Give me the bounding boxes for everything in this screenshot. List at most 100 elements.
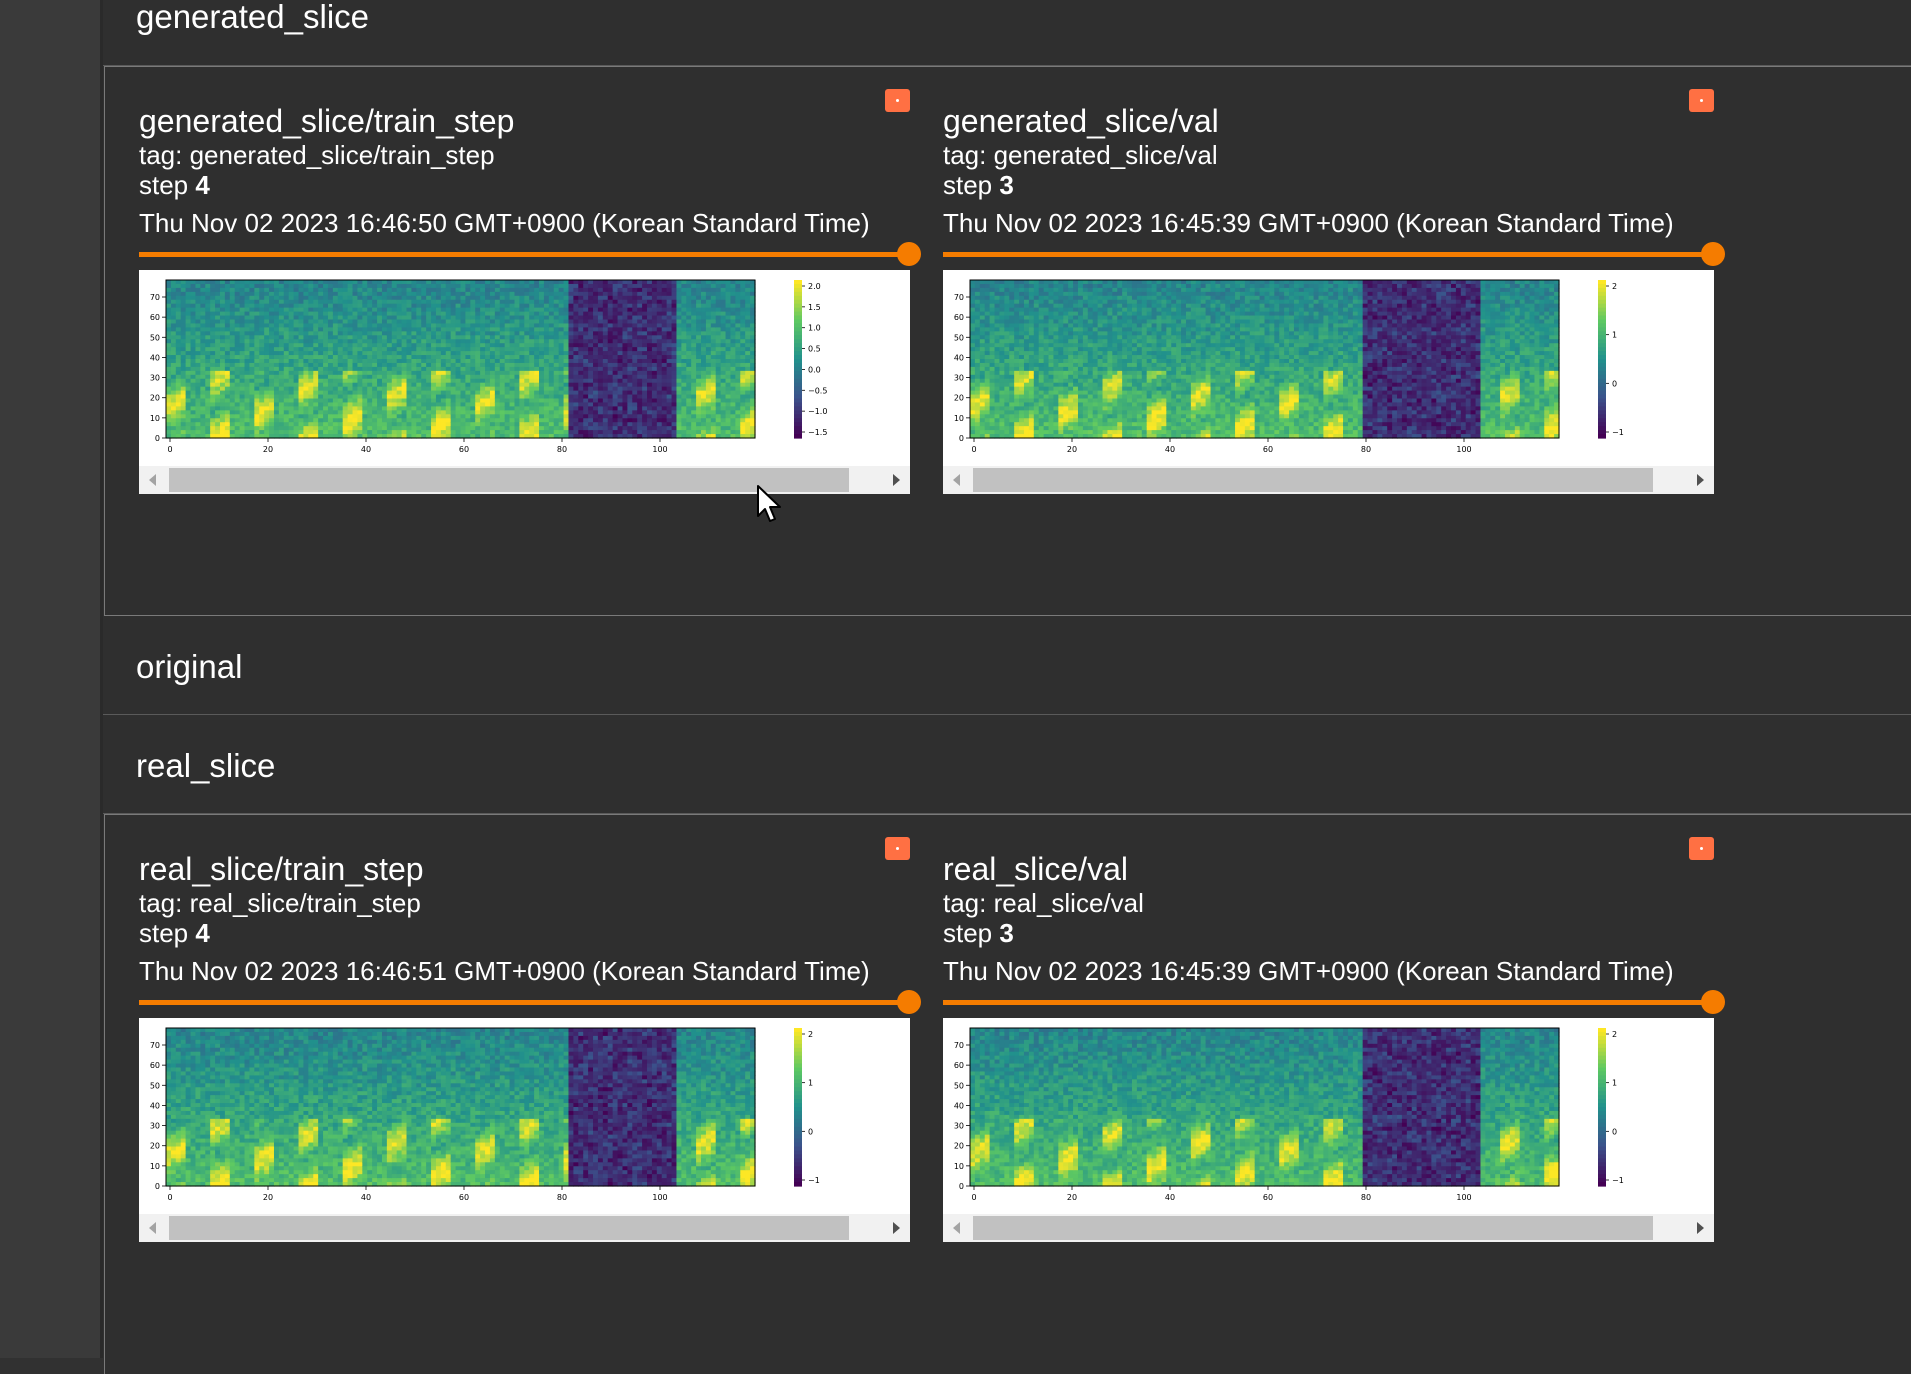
y-tick-label: 10 (150, 414, 160, 423)
horizontal-scrollbar[interactable] (139, 466, 910, 494)
step-slider-track[interactable] (139, 252, 910, 257)
spectrogram-plot: 706050403020100020406080100210−1 (943, 1018, 1714, 1214)
x-tick-label: 100 (1456, 1193, 1471, 1202)
scrollbar-thumb[interactable] (973, 1216, 1653, 1240)
x-tick-label: 80 (557, 1193, 567, 1202)
more-vert-icon[interactable] (885, 837, 910, 860)
step-slider-track[interactable] (139, 1000, 910, 1005)
scrollbar-thumb[interactable] (169, 1216, 849, 1240)
x-tick-label: 40 (361, 445, 371, 454)
heatmap-cells (166, 280, 756, 439)
sidebar-strip (0, 0, 103, 1358)
step-label: step (139, 918, 188, 948)
heatmap-cells (970, 1028, 1560, 1187)
spectrogram-image: 706050403020100020406080100210−1 (139, 1018, 910, 1242)
x-tick-label: 20 (263, 1193, 273, 1202)
y-tick-label: 10 (150, 1162, 160, 1171)
spectrogram-image: 7060504030201000204060801002.01.51.00.50… (139, 270, 910, 494)
group-header-real-slice[interactable]: real_slice (103, 715, 1911, 814)
group-body-generated-slice: generated_slice/train_step tag: generate… (104, 66, 1911, 616)
arrow-left-icon[interactable] (953, 474, 960, 486)
y-tick-label: 30 (954, 1122, 964, 1131)
group-title: original (136, 648, 242, 686)
y-tick-label: 10 (954, 1162, 964, 1171)
y-tick-label: 70 (150, 293, 160, 302)
step-slider-track[interactable] (943, 1000, 1714, 1005)
card-tag: tag: generated_slice/val (943, 140, 1218, 171)
colorbar-tick-label: 2 (1612, 1030, 1617, 1039)
y-tick-label: 20 (150, 394, 160, 403)
x-tick-label: 100 (1456, 445, 1471, 454)
y-tick-label: 20 (150, 1142, 160, 1151)
more-vert-icon[interactable] (885, 89, 910, 112)
scrollbar-thumb[interactable] (169, 468, 849, 492)
x-tick-label: 40 (1165, 1193, 1175, 1202)
arrow-left-icon[interactable] (149, 1222, 156, 1234)
colorbar-tick-label: −1.0 (808, 407, 827, 416)
y-tick-label: 60 (150, 313, 160, 322)
more-vert-icon[interactable] (1689, 89, 1714, 112)
mouse-pointer-icon (756, 484, 784, 526)
card-timestamp: Thu Nov 02 2023 16:45:39 GMT+0900 (Korea… (943, 956, 1674, 987)
group-body-real-slice: real_slice/train_step tag: real_slice/tr… (104, 814, 1911, 1374)
more-vert-icon[interactable] (1689, 837, 1714, 860)
colorbar-tick-label: −0.5 (808, 386, 827, 395)
colorbar-tick-label: 2.0 (808, 282, 821, 291)
y-tick-label: 30 (150, 1122, 160, 1131)
step-slider-track[interactable] (943, 252, 1714, 257)
arrow-right-icon[interactable] (893, 474, 900, 486)
colorbar (794, 1028, 802, 1187)
arrow-left-icon[interactable] (953, 1222, 960, 1234)
y-tick-label: 0 (959, 434, 964, 443)
card-step: step 4 (139, 918, 210, 949)
x-tick-label: 80 (1361, 1193, 1371, 1202)
card-title: generated_slice/val (943, 103, 1219, 140)
step-value: 3 (999, 918, 1013, 948)
step-value: 4 (195, 170, 209, 200)
card-tag: tag: real_slice/train_step (139, 888, 421, 919)
step-label: step (943, 918, 992, 948)
card-tag: tag: real_slice/val (943, 888, 1144, 919)
y-tick-label: 0 (155, 434, 160, 443)
step-slider-thumb[interactable] (1701, 990, 1725, 1014)
step-slider-thumb[interactable] (897, 990, 921, 1014)
x-tick-label: 60 (1263, 1193, 1273, 1202)
horizontal-scrollbar[interactable] (943, 466, 1714, 494)
colorbar-tick-label: 2 (1612, 282, 1617, 291)
arrow-left-icon[interactable] (149, 474, 156, 486)
x-tick-label: 0 (971, 1193, 976, 1202)
arrow-right-icon[interactable] (893, 1222, 900, 1234)
colorbar-tick-label: 1 (808, 1079, 813, 1088)
colorbar-tick-label: 1 (1612, 331, 1617, 340)
colorbar-tick-label: 0.5 (808, 345, 821, 354)
card-timestamp: Thu Nov 02 2023 16:46:50 GMT+0900 (Korea… (139, 208, 870, 239)
horizontal-scrollbar[interactable] (943, 1214, 1714, 1242)
arrow-right-icon[interactable] (1697, 474, 1704, 486)
group-header-generated-slice[interactable]: generated_slice (103, 0, 1911, 66)
step-label: step (943, 170, 992, 200)
colorbar-tick-label: 2 (808, 1030, 813, 1039)
card-timestamp: Thu Nov 02 2023 16:45:39 GMT+0900 (Korea… (943, 208, 1674, 239)
group-header-original[interactable]: original (103, 616, 1911, 715)
colorbar-tick-label: 0 (808, 1127, 813, 1136)
x-tick-label: 100 (652, 445, 667, 454)
colorbar-tick-label: −1 (808, 1176, 820, 1185)
y-tick-label: 30 (954, 374, 964, 383)
arrow-right-icon[interactable] (1697, 1222, 1704, 1234)
y-tick-label: 40 (150, 1101, 160, 1110)
colorbar-tick-label: 0.0 (808, 365, 821, 374)
step-slider-thumb[interactable] (1701, 242, 1725, 266)
x-tick-label: 60 (1263, 445, 1273, 454)
horizontal-scrollbar[interactable] (139, 1214, 910, 1242)
x-tick-label: 0 (167, 1193, 172, 1202)
y-tick-label: 20 (954, 1142, 964, 1151)
x-tick-label: 20 (1067, 1193, 1077, 1202)
y-tick-label: 70 (954, 1041, 964, 1050)
x-tick-label: 20 (1067, 445, 1077, 454)
y-tick-label: 40 (954, 1101, 964, 1110)
x-tick-label: 80 (557, 445, 567, 454)
colorbar-tick-label: 0 (1612, 1127, 1617, 1136)
x-tick-label: 80 (1361, 445, 1371, 454)
scrollbar-thumb[interactable] (973, 468, 1653, 492)
step-slider-thumb[interactable] (897, 242, 921, 266)
